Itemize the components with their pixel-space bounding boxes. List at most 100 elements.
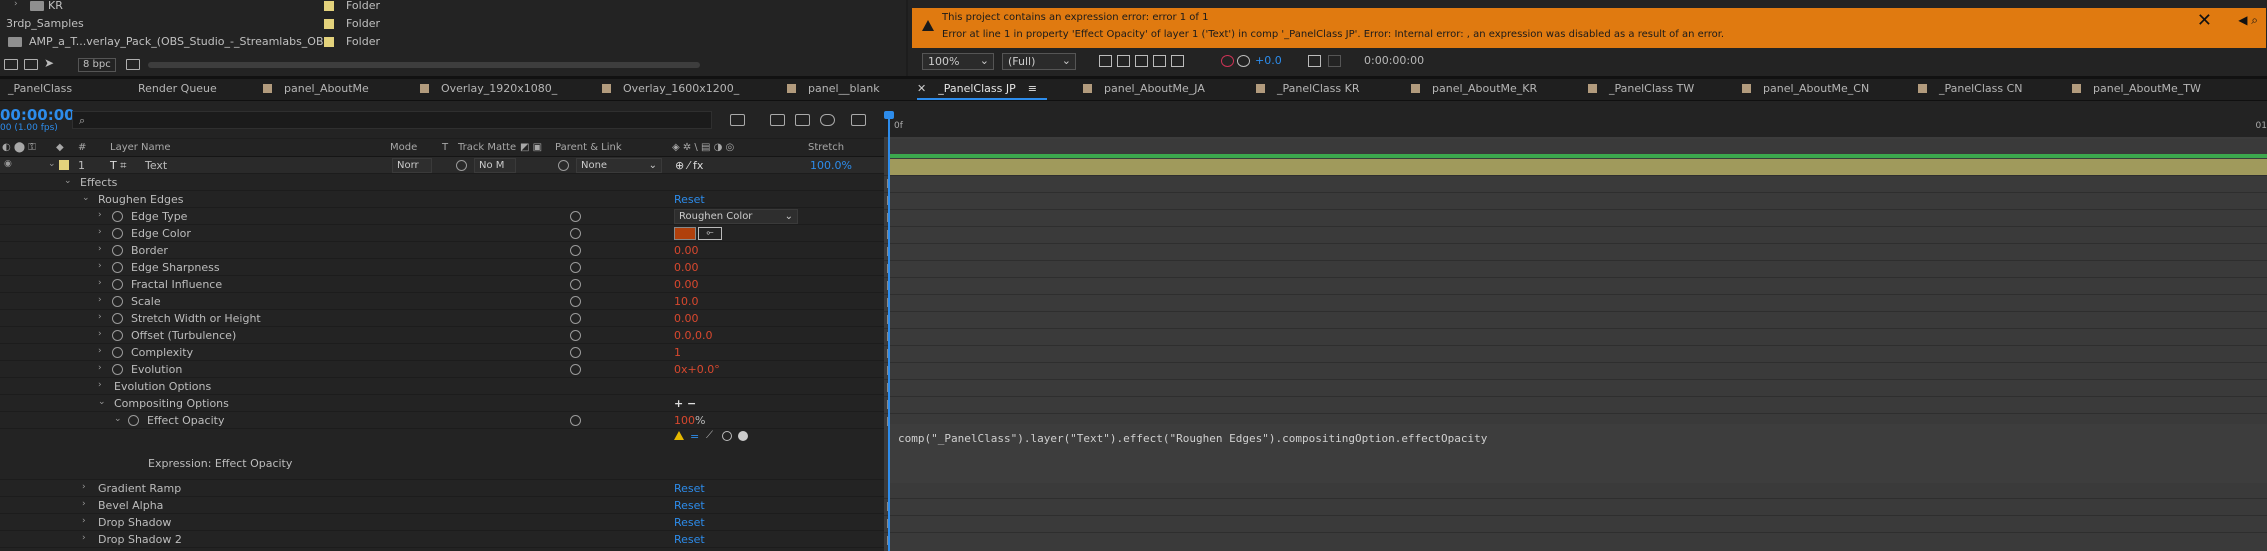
layer-search-input[interactable]: ⌕ bbox=[72, 111, 712, 129]
expand-arrow-icon[interactable]: › bbox=[82, 516, 86, 526]
property-value[interactable]: 10.0 bbox=[674, 295, 699, 308]
stopwatch-icon[interactable] bbox=[128, 415, 139, 426]
pickwhip-icon[interactable] bbox=[570, 313, 581, 324]
property-value[interactable]: 1 bbox=[674, 346, 681, 359]
effect-row-bevel-alpha[interactable]: › Bevel Alpha Reset bbox=[0, 497, 884, 514]
expand-arrow-icon[interactable]: › bbox=[14, 0, 18, 9]
new-comp-icon[interactable]: ➤ bbox=[44, 56, 58, 70]
stopwatch-icon[interactable] bbox=[112, 296, 123, 307]
playhead-handle[interactable] bbox=[884, 111, 894, 119]
stopwatch-icon[interactable] bbox=[112, 279, 123, 290]
visibility-icon[interactable]: ◉ bbox=[4, 159, 12, 169]
viewer-timecode[interactable]: 0:00:00:00 bbox=[1364, 54, 1424, 67]
expression-language-menu-icon[interactable] bbox=[738, 431, 748, 441]
pickwhip-icon[interactable] bbox=[570, 279, 581, 290]
effect-row-gradient-ramp[interactable]: › Gradient Ramp Reset bbox=[0, 480, 884, 497]
effect-opacity-value[interactable]: 100 bbox=[674, 414, 695, 427]
property-row[interactable]: › Scale 10.0 bbox=[0, 293, 884, 310]
tab-menu-icon[interactable]: ≡ bbox=[1028, 82, 1037, 95]
exposure-reset-icon[interactable] bbox=[1237, 55, 1250, 67]
layer-duration-bar[interactable] bbox=[890, 159, 2267, 176]
transparency-grid-icon[interactable] bbox=[1117, 55, 1130, 67]
horizontal-scrollbar[interactable] bbox=[148, 62, 700, 68]
track-matte-dropdown[interactable]: No M bbox=[474, 158, 516, 173]
project-row[interactable]: AMP_a_T...verlay_Pack_(OBS_Studio_-_Stre… bbox=[0, 33, 906, 51]
stopwatch-icon[interactable] bbox=[112, 262, 123, 273]
tab-panel-aboutme-cn[interactable]: panel_AboutMe_CN bbox=[1742, 82, 1869, 100]
stopwatch-icon[interactable] bbox=[112, 211, 123, 222]
channel-icon[interactable] bbox=[1171, 55, 1184, 67]
pickwhip-icon[interactable] bbox=[570, 330, 581, 341]
effects-group-row[interactable]: ⌄ Effects bbox=[0, 174, 884, 191]
property-value[interactable]: 0.00 bbox=[674, 312, 699, 325]
pickwhip-icon[interactable] bbox=[570, 296, 581, 307]
expand-arrow-icon[interactable]: › bbox=[98, 261, 102, 271]
expand-arrow-icon[interactable]: › bbox=[98, 244, 102, 254]
pickwhip-icon[interactable] bbox=[570, 211, 581, 222]
color-management-icon[interactable] bbox=[1221, 55, 1234, 67]
expand-arrow-icon[interactable]: › bbox=[98, 295, 102, 305]
expression-graph-icon[interactable]: ⟋ bbox=[706, 430, 713, 441]
reset-button[interactable]: Reset bbox=[674, 516, 705, 529]
expand-arrow-icon[interactable]: › bbox=[98, 278, 102, 288]
blend-mode-dropdown[interactable]: Norr bbox=[392, 158, 432, 173]
tab-panelclass-jp[interactable]: ✕ _PanelClass JP ≡ bbox=[917, 82, 1047, 100]
tab-overlay-1600[interactable]: Overlay_1600x1200_ bbox=[602, 82, 739, 100]
reset-button[interactable]: Reset bbox=[674, 533, 705, 546]
tab-overlay-1920[interactable]: Overlay_1920x1080_ bbox=[420, 82, 557, 100]
av-features-icon[interactable]: ◐ ⬤ ⚿ bbox=[2, 142, 36, 153]
property-value[interactable]: 0x+0.0° bbox=[674, 363, 720, 376]
pickwhip-icon[interactable] bbox=[570, 347, 581, 358]
resolution-dropdown[interactable]: (Full) ⌄ bbox=[1002, 53, 1076, 70]
expand-arrow-icon[interactable]: › bbox=[82, 482, 86, 492]
tab-panel-aboutme-tw[interactable]: panel_AboutMe_TW bbox=[2072, 82, 2201, 100]
property-row[interactable]: › Edge Color ⟜ bbox=[0, 225, 884, 242]
stretch-value[interactable]: 100.0% bbox=[810, 159, 852, 172]
reset-button[interactable]: Reset bbox=[674, 482, 705, 495]
property-group-row[interactable]: › Evolution Options bbox=[0, 378, 884, 395]
edge-type-dropdown[interactable]: Roughen Color ⌄ bbox=[674, 209, 798, 224]
property-value[interactable]: 0.0,0.0 bbox=[674, 329, 712, 342]
guides-icon[interactable] bbox=[1153, 55, 1166, 67]
label-column-icon[interactable]: ◆ bbox=[56, 142, 64, 153]
edge-color-swatch[interactable] bbox=[674, 227, 696, 240]
effect-row-drop-shadow[interactable]: › Drop Shadow Reset bbox=[0, 514, 884, 531]
label-color-swatch[interactable] bbox=[59, 160, 69, 170]
property-group-row[interactable]: ⌄ Compositing Options + − bbox=[0, 395, 884, 412]
expand-arrow-icon[interactable]: › bbox=[98, 210, 102, 220]
graph-editor-icon[interactable] bbox=[851, 114, 866, 126]
trash-icon[interactable] bbox=[126, 59, 140, 70]
expand-arrow-icon[interactable]: ⌄ bbox=[64, 176, 72, 186]
tab-render-queue[interactable]: Render Queue bbox=[138, 82, 217, 100]
expression-enable-icon[interactable]: = bbox=[690, 430, 699, 443]
label-color-swatch[interactable] bbox=[324, 19, 334, 29]
close-tab-icon[interactable]: ✕ bbox=[917, 82, 926, 95]
tab-panel-aboutme-kr[interactable]: panel_AboutMe_KR bbox=[1411, 82, 1537, 100]
pickwhip-icon[interactable] bbox=[570, 245, 581, 256]
work-area-bar[interactable] bbox=[890, 154, 2267, 158]
tab-panelclass-tw[interactable]: _PanelClass TW bbox=[1588, 82, 1694, 100]
property-row[interactable]: › Edge Sharpness 0.00 bbox=[0, 259, 884, 276]
stopwatch-icon[interactable] bbox=[112, 313, 123, 324]
expand-arrow-icon[interactable]: ⌄ bbox=[114, 414, 122, 424]
property-row[interactable]: › Offset (Turbulence) 0.0,0.0 bbox=[0, 327, 884, 344]
interpret-footage-icon[interactable] bbox=[4, 59, 18, 70]
timeline-graph-area[interactable]: 0f 01 comp("_PanelClass").layer("Text").… bbox=[884, 101, 2267, 551]
add-remove-mask-buttons[interactable]: + − bbox=[674, 397, 696, 410]
reset-button[interactable]: Reset bbox=[674, 499, 705, 512]
property-row[interactable]: › Stretch Width or Height 0.00 bbox=[0, 310, 884, 327]
expand-arrow-icon[interactable]: › bbox=[98, 363, 102, 373]
stopwatch-icon[interactable] bbox=[112, 364, 123, 375]
property-value[interactable]: 0.00 bbox=[674, 278, 699, 291]
snapshot-icon[interactable] bbox=[1308, 55, 1321, 67]
expression-row[interactable]: = ⟋ Expression: Effect Opacity bbox=[0, 429, 884, 480]
reset-button[interactable]: Reset bbox=[674, 193, 705, 206]
expression-text[interactable]: comp("_PanelClass").layer("Text").effect… bbox=[898, 432, 1487, 445]
expand-arrow-icon[interactable]: › bbox=[98, 346, 102, 356]
region-of-interest-icon[interactable] bbox=[1099, 55, 1112, 67]
mask-visibility-icon[interactable] bbox=[1135, 55, 1148, 67]
expand-arrow-icon[interactable]: › bbox=[82, 533, 86, 543]
work-area-track[interactable] bbox=[884, 137, 2267, 139]
parent-dropdown[interactable]: None ⌄ bbox=[576, 158, 662, 173]
expand-arrow-icon[interactable]: ⌄ bbox=[82, 193, 90, 203]
